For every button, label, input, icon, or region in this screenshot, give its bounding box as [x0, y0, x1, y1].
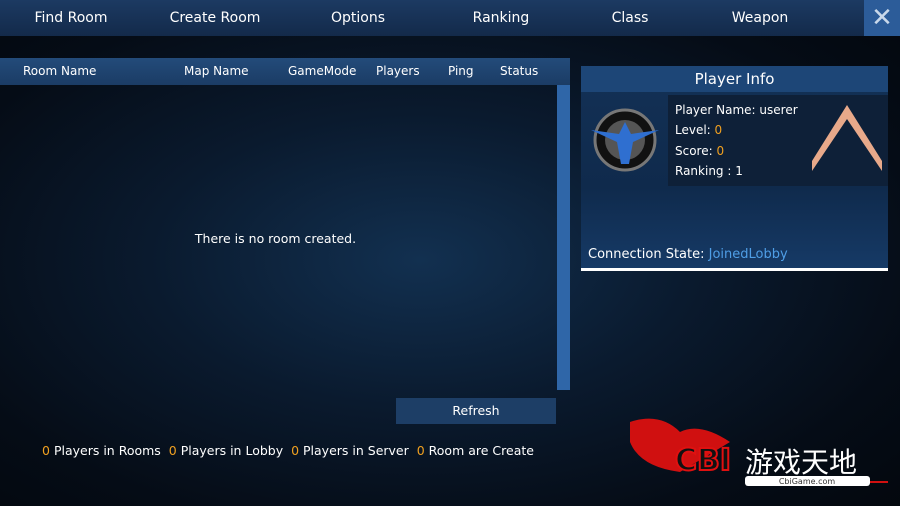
- connection-state: Connection State: JoinedLobby: [588, 247, 788, 262]
- players-in-server-label: Players in Server: [303, 443, 409, 458]
- player-info-title: Player Info: [581, 66, 888, 92]
- column-room-name[interactable]: Room Name: [23, 58, 96, 85]
- top-nav: Find Room Create Room Options Ranking Cl…: [0, 0, 900, 36]
- column-players[interactable]: Players: [376, 58, 420, 85]
- emblem-icon: [591, 108, 659, 172]
- room-list-scrollbar[interactable]: [557, 85, 570, 390]
- player-level: Level: 0: [675, 123, 723, 137]
- rooms-created-label: Room are Create: [428, 443, 534, 458]
- players-in-lobby-label: Players in Lobby: [180, 443, 284, 458]
- refresh-button[interactable]: Refresh: [396, 398, 556, 424]
- connection-state-value: JoinedLobby: [708, 247, 788, 262]
- players-in-lobby-count: 0: [168, 443, 177, 458]
- room-list-header: Room Name Map Name GameMode Players Ping…: [0, 58, 570, 85]
- tab-create-room[interactable]: Create Room: [170, 0, 261, 36]
- server-stats: 0 Players in Rooms 0 Players in Lobby 0 …: [42, 443, 534, 458]
- cbigame-watermark-logo: CBI 游戏天地 CbiGame.com: [630, 418, 888, 486]
- rank-chevron-icon: [812, 105, 882, 171]
- player-score: Score: 0: [675, 144, 725, 158]
- column-ping[interactable]: Ping: [448, 58, 474, 85]
- player-ranking: Ranking : 1: [675, 164, 743, 178]
- column-gamemode[interactable]: GameMode: [288, 58, 356, 85]
- tab-options[interactable]: Options: [331, 0, 385, 36]
- svg-text:CbiGame.com: CbiGame.com: [779, 477, 836, 486]
- player-name: Player Name: userer: [675, 103, 798, 117]
- empty-room-message: There is no room created.: [194, 231, 357, 246]
- tab-weapon[interactable]: Weapon: [732, 0, 789, 36]
- column-map-name[interactable]: Map Name: [184, 58, 249, 85]
- column-status[interactable]: Status: [500, 58, 538, 85]
- players-in-rooms-count: 0: [42, 443, 50, 458]
- tab-find-room[interactable]: Find Room: [34, 0, 107, 36]
- svg-text:CBI: CBI: [675, 443, 731, 478]
- players-in-server-count: 0: [291, 443, 300, 458]
- close-icon[interactable]: ✕: [864, 0, 900, 36]
- tab-ranking[interactable]: Ranking: [473, 0, 530, 36]
- tab-class[interactable]: Class: [612, 0, 649, 36]
- rooms-created-count: 0: [416, 443, 425, 458]
- players-in-rooms-label: Players in Rooms: [53, 443, 161, 458]
- player-info-panel: Player Info Player Name: userer Level: 0…: [581, 66, 888, 271]
- player-stats: Player Name: userer Level: 0 Score: 0 Ra…: [668, 95, 888, 186]
- svg-text:游戏天地: 游戏天地: [745, 446, 857, 479]
